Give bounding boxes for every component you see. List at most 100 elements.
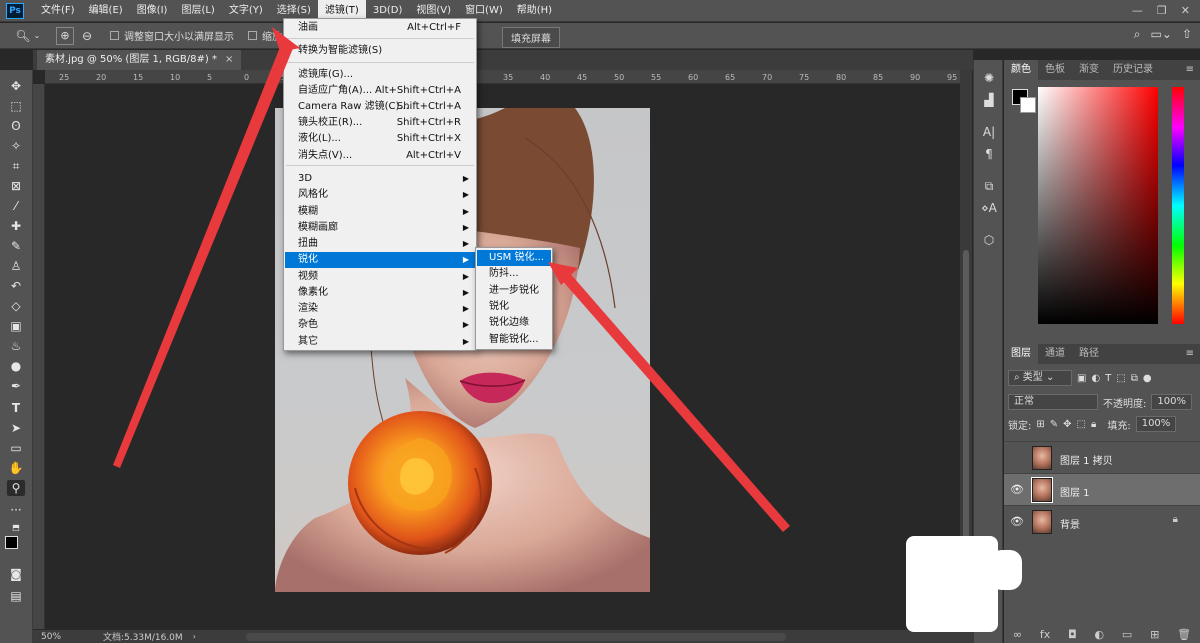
status-menu-icon[interactable]: › [193, 632, 196, 641]
menu-4[interactable]: 文字(Y) [222, 0, 270, 22]
swap-colors-icon[interactable]: ⬒ [7, 520, 25, 536]
menu-3[interactable]: 图层(L) [174, 0, 221, 22]
path-select-tool-icon[interactable]: ➤ [7, 420, 25, 436]
type-tool-icon[interactable]: T [7, 400, 25, 416]
layer-thumbnail[interactable] [1032, 446, 1052, 470]
filter-menu-item[interactable]: 像素化 ▶ [285, 285, 475, 301]
scroll-thumb[interactable] [963, 250, 969, 550]
filter-menu-item[interactable]: 自适应广角(A)... Alt+Shift+Ctrl+A [285, 83, 475, 99]
close-icon[interactable]: ✕ [1181, 4, 1190, 17]
chevron-down-icon[interactable]: ⌄ [32, 27, 42, 45]
move-tool-icon[interactable]: ✥ [7, 78, 25, 94]
zoom-in-icon[interactable]: ⊕ [56, 26, 74, 45]
background-swatch[interactable] [1020, 97, 1036, 113]
resize-windows-checkbox[interactable]: 调整窗口大小以满屏显示 [110, 28, 234, 43]
rectangle-tool-icon[interactable]: ▭ [7, 440, 25, 456]
smart-filter-icon[interactable]: ⧉ [1131, 373, 1138, 384]
document-tab[interactable]: 素材.jpg @ 50% (图层 1, RGB/8#) * × [37, 50, 242, 70]
glyphs-icon[interactable]: ⧉ [981, 178, 997, 194]
panel-tab[interactable]: 路径 [1072, 344, 1106, 364]
zoom-tool-icon[interactable]: ⚲ [7, 480, 25, 496]
lock-artboard-icon[interactable]: ⬚ [1077, 419, 1086, 430]
panel-tab[interactable]: 图层 [1004, 344, 1038, 364]
filter-menu-item[interactable]: 模糊画廊 ▶ [285, 220, 475, 236]
frame-tool-icon[interactable]: ⊠ [7, 178, 25, 194]
sharpen-menu-item[interactable]: 智能锐化... [477, 332, 551, 348]
layer-thumbnail[interactable] [1031, 477, 1053, 503]
layer-row[interactable]: 👁︎ 背景 🔒︎ [1004, 505, 1200, 537]
layer-name[interactable]: 图层 1 [1060, 484, 1090, 499]
blur-tool-icon[interactable]: ♨ [7, 338, 25, 354]
filter-menu-item[interactable]: 镜头校正(R)... Shift+Ctrl+R [285, 115, 475, 131]
fill-screen-button[interactable]: 填充屏幕 [502, 27, 560, 48]
filter-menu-item[interactable]: 3D ▶ [285, 171, 475, 187]
filter-menu-item[interactable]: 视频 ▶ [285, 269, 475, 285]
delete-layer-icon[interactable]: 🗑 [1177, 628, 1191, 641]
sharpen-menu-item[interactable]: 锐化边缘 [477, 315, 551, 331]
pen-tool-icon[interactable]: ✒ [7, 378, 25, 394]
workspace-icon[interactable]: ▭⌄ [1151, 27, 1172, 42]
marquee-tool-icon[interactable]: ⬚ [7, 98, 25, 114]
stamp-tool-icon[interactable]: ♙ [7, 258, 25, 274]
panel-tab[interactable]: 颜色 [1004, 60, 1038, 80]
lock-all-icon[interactable]: 🔒︎ [1091, 419, 1096, 430]
minimize-icon[interactable]: — [1132, 4, 1143, 17]
color-picker-field[interactable] [1038, 87, 1158, 324]
blend-mode-select[interactable]: 正常 [1008, 394, 1098, 410]
image-filter-icon[interactable]: ▣ [1077, 373, 1086, 384]
share-icon[interactable]: ⇧ [1182, 27, 1192, 42]
eraser-tool-icon[interactable]: ◇ [7, 298, 25, 314]
adjustment-layer-icon[interactable]: ◐ [1095, 628, 1105, 641]
group-icon[interactable]: ▭ [1122, 628, 1132, 641]
filter-menu-item[interactable]: Camera Raw 滤镜(C)... Shift+Ctrl+A [285, 99, 475, 115]
visibility-eye-icon[interactable] [1010, 451, 1024, 463]
menu-10[interactable]: 帮助(H) [510, 0, 559, 22]
shape-filter-icon[interactable]: ⬚ [1116, 373, 1125, 384]
add-mask-icon[interactable]: ◘ [1068, 628, 1077, 641]
paragraph-icon[interactable]: ¶ [981, 146, 997, 162]
screen-mode-icon[interactable]: ▤ [7, 588, 25, 604]
maximize-icon[interactable]: ❐ [1157, 4, 1167, 17]
visibility-eye-icon[interactable]: 👁︎ [1010, 515, 1024, 528]
layer-name[interactable]: 图层 1 拷贝 [1060, 452, 1113, 467]
healing-brush-tool-icon[interactable]: ✚ [7, 218, 25, 234]
zoom-level[interactable]: 50% [33, 632, 83, 642]
filter-menu-item[interactable]: 其它 ▶ [285, 334, 475, 350]
panel-menu-icon[interactable]: ≡ [1186, 64, 1194, 75]
filter-menu-item[interactable]: 扭曲 ▶ [285, 236, 475, 252]
filter-menu-item[interactable]: 转换为智能滤镜(S) [285, 43, 475, 59]
foreground-color-swatch[interactable] [5, 536, 18, 549]
lock-transparent-icon[interactable]: ⊞ [1036, 419, 1044, 430]
sharpen-menu-item[interactable]: USM 锐化... [477, 250, 551, 266]
link-layers-icon[interactable]: ∞ [1013, 628, 1022, 641]
layer-row[interactable]: 图层 1 拷贝 [1004, 441, 1200, 473]
gradient-tool-icon[interactable]: ▣ [7, 318, 25, 334]
panel-tab[interactable]: 通道 [1038, 344, 1072, 364]
crop-tool-icon[interactable]: ⌗ [7, 158, 25, 174]
dodge-tool-icon[interactable]: ● [7, 358, 25, 374]
opacity-input[interactable]: 100% [1151, 394, 1192, 410]
filter-menu-item[interactable]: 杂色 ▶ [285, 317, 475, 333]
zoom-out-icon[interactable]: ⊖ [78, 27, 96, 45]
filter-menu-item[interactable]: 液化(L)... Shift+Ctrl+X [285, 131, 475, 147]
type-filter-icon[interactable]: T [1105, 373, 1111, 384]
filter-menu-item[interactable]: 模糊 ▶ [285, 204, 475, 220]
filter-menu-item[interactable]: 锐化 ▶ [285, 252, 475, 268]
layer-name[interactable]: 背景 [1060, 516, 1080, 531]
hue-slider[interactable] [1172, 87, 1184, 324]
visibility-eye-icon[interactable]: 👁︎ [1010, 483, 1024, 496]
filter-menu-item[interactable]: 油画 Alt+Ctrl+F [285, 20, 475, 36]
filter-menu-item[interactable]: 滤镜库(G)... [285, 67, 475, 83]
adjustment-filter-icon[interactable]: ◐ [1091, 373, 1100, 384]
character-icon[interactable]: A| [981, 124, 997, 140]
panel-tab[interactable]: 色板 [1038, 60, 1072, 80]
more-tools-icon[interactable]: ··· [7, 502, 25, 518]
eyedropper-tool-icon[interactable]: ⁄ [7, 198, 25, 214]
layer-thumbnail[interactable] [1032, 510, 1052, 534]
lock-icon[interactable]: 🔒︎ [1173, 514, 1178, 525]
menu-2[interactable]: 图像(I) [130, 0, 175, 22]
filter-menu-item[interactable]: 渲染 ▶ [285, 301, 475, 317]
lasso-tool-icon[interactable]: ʘ [7, 118, 25, 134]
lock-paint-icon[interactable]: ✎ [1050, 419, 1058, 430]
horizontal-scrollbar[interactable] [245, 632, 786, 641]
